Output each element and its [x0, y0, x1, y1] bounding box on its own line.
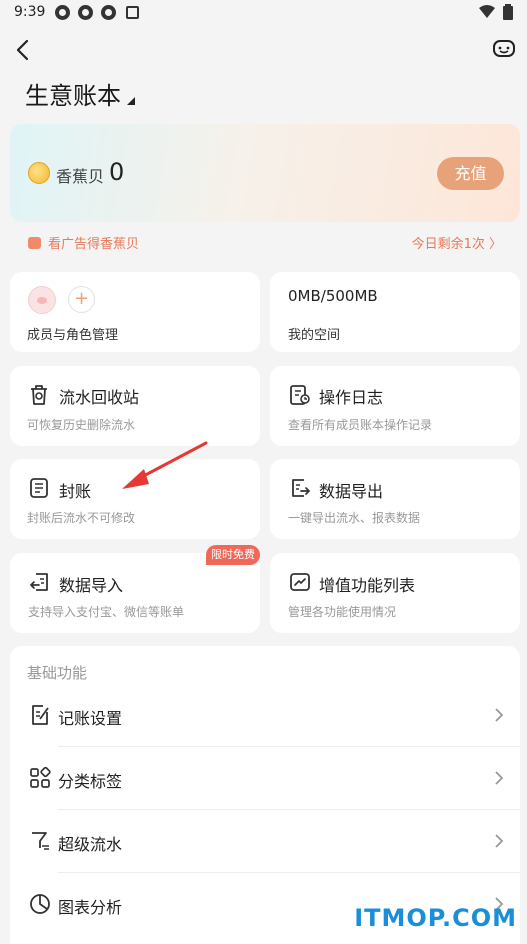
status-bar: 9:39 [0, 0, 527, 24]
vas-sub: 管理各功能使用情况 [288, 605, 397, 619]
export-sub: 一键导出流水、报表数据 [288, 511, 421, 525]
chevron-right-icon [495, 771, 504, 785]
category-grid-icon [30, 766, 51, 788]
log-sub: 查看所有成员账本操作记录 [288, 418, 433, 432]
close-books-card[interactable]: 封账 封账后流水不可修改 [10, 459, 260, 539]
notification-icon [101, 4, 117, 20]
ledger-icon [30, 478, 48, 498]
menu-label: 图表分析 [58, 898, 123, 917]
menu-label: 超级流水 [58, 835, 123, 854]
ad-reward-row[interactable]: 看广告得香蕉贝 今日剩余1次 〉 [10, 226, 520, 256]
status-time: 9:39 [14, 4, 46, 20]
space-card[interactable]: 0MB/500MB 我的空间 [270, 272, 520, 352]
operation-log-card[interactable]: 操作日志 查看所有成员账本操作记录 [270, 366, 520, 446]
watermark: ITMOP.COM [354, 904, 517, 932]
import-icon [29, 573, 48, 591]
space-usage: 0MB/500MB [288, 287, 378, 305]
data-import-card[interactable]: 数据导入 支持导入支付宝、微信等账单 [10, 553, 260, 633]
book-selector[interactable]: 生意账本 [25, 76, 135, 111]
recharge-button[interactable]: 充值 [437, 157, 504, 190]
watch-ad-label: 看广告得香蕉贝 [48, 237, 140, 252]
trend-chart-icon [290, 573, 310, 591]
edit-settings-icon [32, 705, 49, 725]
dropdown-triangle-icon [127, 97, 135, 105]
log-icon [290, 385, 310, 405]
recycle-title: 流水回收站 [59, 388, 140, 407]
alarm-icon [28, 236, 41, 249]
chevron-right-icon [495, 708, 504, 722]
vas-title: 增值功能列表 [319, 576, 416, 595]
avatar [28, 286, 56, 314]
data-export-card[interactable]: 数据导出 一键导出流水、报表数据 [270, 459, 520, 539]
members-label: 成员与角色管理 [27, 328, 119, 343]
log-title: 操作日志 [319, 388, 384, 407]
recycle-bin-card[interactable]: 流水回收站 可恢复历史删除流水 [10, 366, 260, 446]
space-label: 我的空间 [288, 328, 341, 343]
menu-label: 分类标签 [58, 772, 123, 791]
customer-service-icon[interactable] [491, 36, 517, 62]
top-bar [0, 30, 527, 70]
banana-balance: 0 [109, 158, 125, 186]
section-heading: 基础功能 [27, 664, 88, 682]
export-icon [292, 479, 311, 497]
menu-item-category-tags[interactable]: 分类标签 [10, 747, 520, 810]
close-books-title: 封账 [59, 482, 92, 501]
app-notification-icon [126, 5, 140, 19]
pie-chart-icon [30, 894, 50, 914]
notification-icon [55, 4, 71, 20]
coin-icon [28, 162, 50, 184]
members-card[interactable]: + 成员与角色管理 [10, 272, 260, 352]
recycle-sub: 可恢复历史删除流水 [27, 418, 136, 432]
import-sub: 支持导入支付宝、微信等账单 [28, 605, 185, 619]
banana-balance-card: 香蕉贝 0 充值 [10, 124, 520, 222]
menu-item-bookkeeping-settings[interactable]: 记账设置 [10, 684, 520, 747]
remaining-times[interactable]: 今日剩余1次 〉 [412, 233, 502, 252]
limited-free-badge: 限时免费 [206, 545, 260, 565]
add-member-button[interactable]: + [68, 286, 95, 313]
battery-icon [503, 4, 513, 20]
menu-label: 记账设置 [58, 709, 123, 728]
filter-flow-icon [32, 832, 49, 850]
notification-icon [78, 4, 94, 20]
banana-label: 香蕉贝 [56, 167, 105, 186]
basic-functions-section: 基础功能 记账设置 分类标签 超级流水 图表分析 [10, 646, 520, 944]
book-title: 生意账本 [25, 82, 121, 110]
export-title: 数据导出 [319, 482, 384, 501]
trash-icon [31, 385, 47, 405]
chevron-right-icon [495, 834, 504, 848]
import-title: 数据导入 [59, 576, 124, 595]
back-arrow-icon[interactable] [10, 36, 38, 64]
wifi-icon [479, 5, 495, 18]
value-added-card[interactable]: 增值功能列表 管理各功能使用情况 [270, 553, 520, 633]
ad-left: 看广告得香蕉贝 [28, 233, 139, 252]
menu-item-super-flow[interactable]: 超级流水 [10, 810, 520, 873]
close-books-sub: 封账后流水不可修改 [27, 511, 136, 525]
